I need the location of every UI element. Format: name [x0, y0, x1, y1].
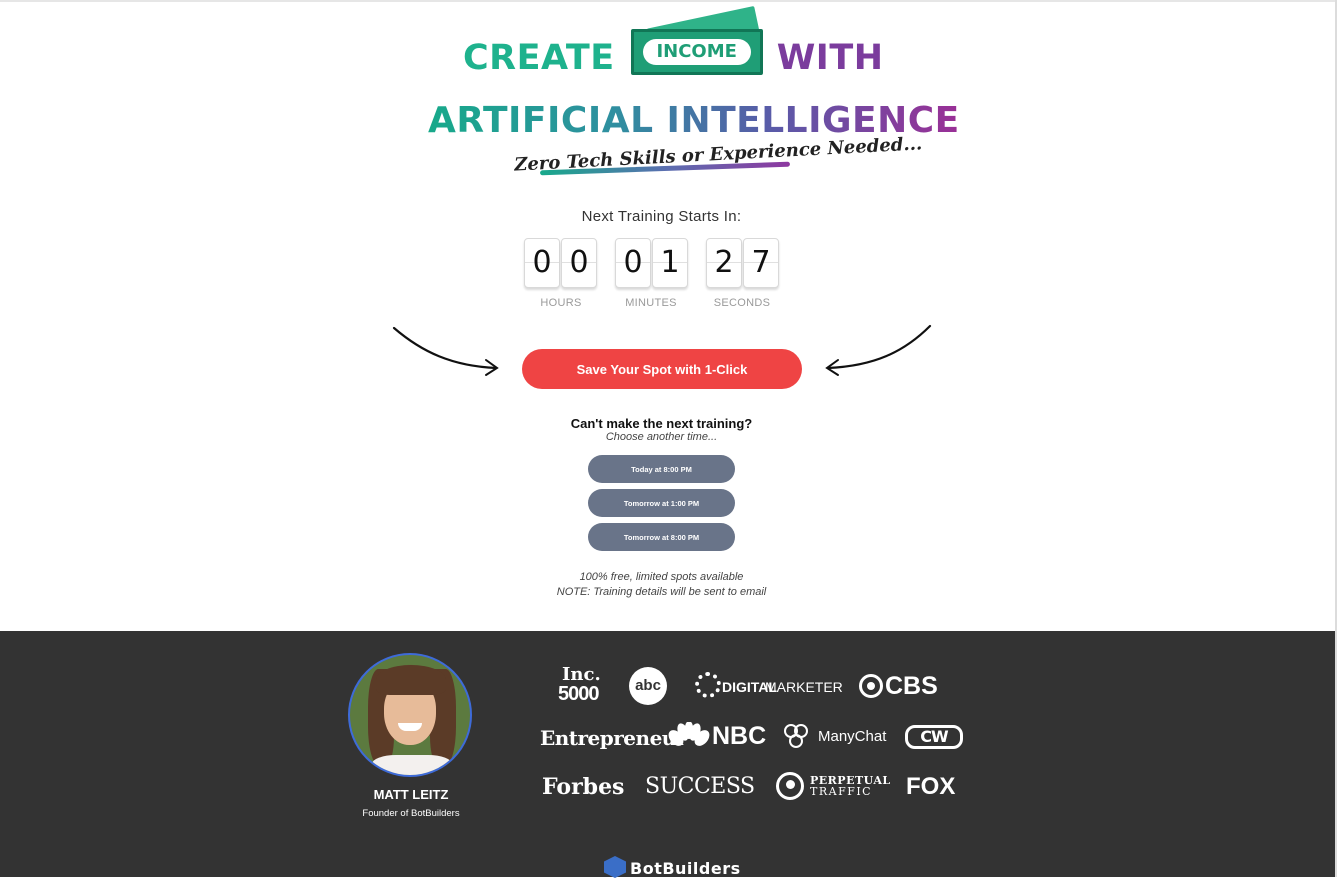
countdown-seconds-label: SECONDS — [713, 297, 771, 309]
abc-logo: abc — [629, 667, 667, 705]
perpetual-traffic-icon — [776, 772, 804, 800]
cbs-logo: CBS — [885, 672, 938, 700]
headline-create: CREATE — [463, 38, 615, 78]
digital-marketer-gear-icon — [695, 672, 721, 698]
nbc-peacock-icon — [668, 722, 710, 746]
left-arrow-icon — [392, 326, 499, 376]
save-spot-button[interactable]: Save Your Spot with 1-Click — [522, 349, 802, 389]
income-money-icon: INCOME — [629, 5, 769, 81]
entrepreneur-logo: Entrepreneur — [540, 726, 686, 750]
manychat-icon — [784, 724, 808, 748]
countdown-seconds-digit-1: 2 — [706, 238, 742, 288]
digital-marketer-logo-b: MARKETER — [765, 679, 843, 695]
cbs-eye-icon — [859, 674, 883, 698]
fox-logo: FOX — [906, 773, 956, 800]
success-logo: SUCCESS — [645, 774, 755, 799]
right-arrow-icon — [825, 324, 932, 376]
presenter-role: Founder of BotBuilders — [362, 808, 460, 819]
countdown-seconds-digit-2: 7 — [743, 238, 779, 288]
countdown-hours-digit-1: 0 — [524, 238, 560, 288]
countdown-hours-digit-2: 0 — [561, 238, 597, 288]
email-note: NOTE: Training details will be sent to e… — [556, 586, 767, 598]
countdown-minutes-label: MINUTES — [625, 297, 677, 309]
slot-tomorrow-1pm-button[interactable]: Tomorrow at 1:00 PM — [588, 489, 735, 517]
free-note: 100% free, limited spots available — [579, 571, 744, 583]
alternate-subheading: Choose another time... — [605, 431, 718, 443]
forbes-logo: Forbes — [542, 774, 625, 800]
alternate-heading: Can't make the next training? — [570, 416, 753, 431]
nbc-logo: NBC — [712, 722, 767, 750]
botbuilders-mark-icon — [604, 856, 626, 878]
headline-row-1: CREATE INCOME WITH — [463, 5, 884, 78]
slot-tomorrow-8pm-button[interactable]: Tomorrow at 8:00 PM — [588, 523, 735, 551]
cw-logo: CW — [905, 725, 963, 749]
inc-logo-bottom: 5000 — [558, 683, 599, 705]
countdown-minutes-digit-1: 0 — [615, 238, 651, 288]
headline-with: WITH — [776, 38, 884, 78]
perpetual-logo-b: TRAFFIC — [810, 785, 873, 798]
footer — [0, 631, 1335, 877]
presenter-name: MATT LEITZ — [373, 787, 449, 802]
countdown-hours-label: HOURS — [540, 297, 582, 309]
countdown-minutes-digit-2: 1 — [652, 238, 688, 288]
countdown-title: Next Training Starts In: — [581, 208, 742, 225]
top-divider — [0, 0, 1337, 2]
manychat-logo: ManyChat — [818, 728, 887, 745]
botbuilders-wordmark: BotBuilders — [630, 859, 741, 878]
botbuilders-logo[interactable]: BotBuilders — [604, 856, 741, 878]
slot-today-8pm-button[interactable]: Today at 8:00 PM — [588, 455, 735, 483]
inc-logo-top: Inc. — [562, 664, 601, 685]
presenter-avatar — [348, 653, 472, 777]
headline-income: INCOME — [642, 39, 751, 65]
